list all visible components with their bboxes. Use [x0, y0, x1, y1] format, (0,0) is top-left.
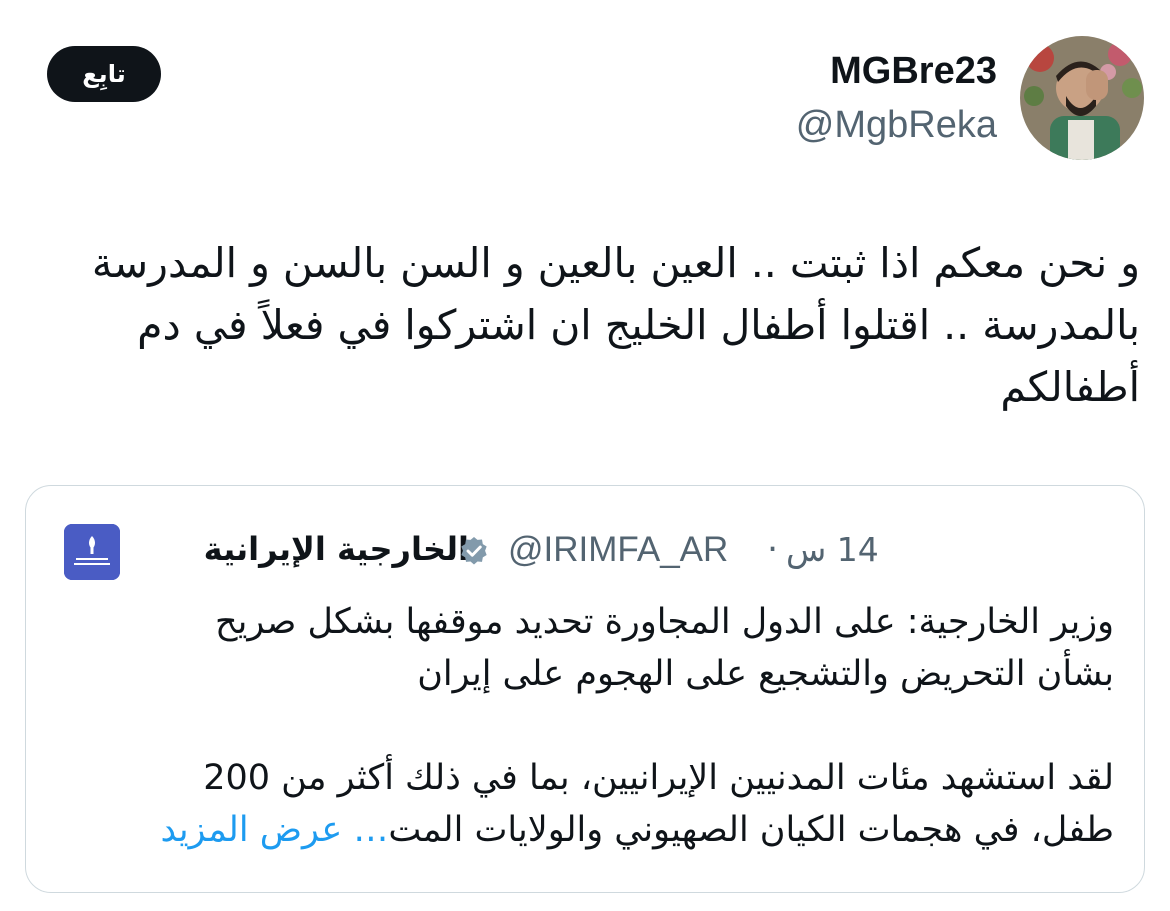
quoted-handle[interactable]: @IRIMFA_AR	[508, 530, 728, 570]
tweet-text: و نحن معكم اذا ثبتت .. العين بالعين و ال…	[30, 232, 1140, 418]
quoted-tweet-card[interactable]: الخارجية الإيرانية @IRIMFA_AR · 14 س وزي…	[25, 485, 1145, 893]
follow-button[interactable]: تابِع	[47, 46, 161, 102]
user-photo-avatar-icon	[1020, 36, 1144, 160]
ministry-logo-icon[interactable]	[64, 524, 120, 580]
quoted-tweet-text: وزير الخارجية: على الدول المجاورة تحديد …	[64, 596, 1114, 856]
show-more-link[interactable]: … عرض المزيد	[161, 810, 389, 850]
quoted-line: طفل، في هجمات الكيان الصهيوني والولايات …	[64, 804, 1114, 856]
tweet-line: بالمدرسة .. اقتلوا أطفال الخليج ان اشترك…	[137, 301, 1140, 349]
separator-dot: ·	[767, 530, 779, 570]
quoted-line-text: طفل، في هجمات الكيان الصهيوني والولايات …	[388, 810, 1114, 850]
author-handle[interactable]: @MgbReka	[796, 104, 997, 147]
author-display-name[interactable]: MGBre23	[830, 50, 997, 93]
verified-badge-icon	[461, 537, 487, 565]
quoted-display-name[interactable]: الخارجية الإيرانية	[204, 530, 469, 568]
quoted-line: بشأن التحريض والتشجيع على الهجوم على إير…	[417, 654, 1114, 694]
tweet-line: أطفالكم	[1000, 363, 1140, 411]
user-avatar[interactable]	[1020, 36, 1144, 160]
quoted-line: وزير الخارجية: على الدول المجاورة تحديد …	[215, 602, 1114, 642]
tweet-line: و نحن معكم اذا ثبتت .. العين بالعين و ال…	[91, 239, 1140, 287]
quoted-timestamp[interactable]: 14 س	[786, 530, 879, 569]
quoted-line: لقد استشهد مئات المدنيين الإيرانيين، بما…	[203, 758, 1114, 798]
